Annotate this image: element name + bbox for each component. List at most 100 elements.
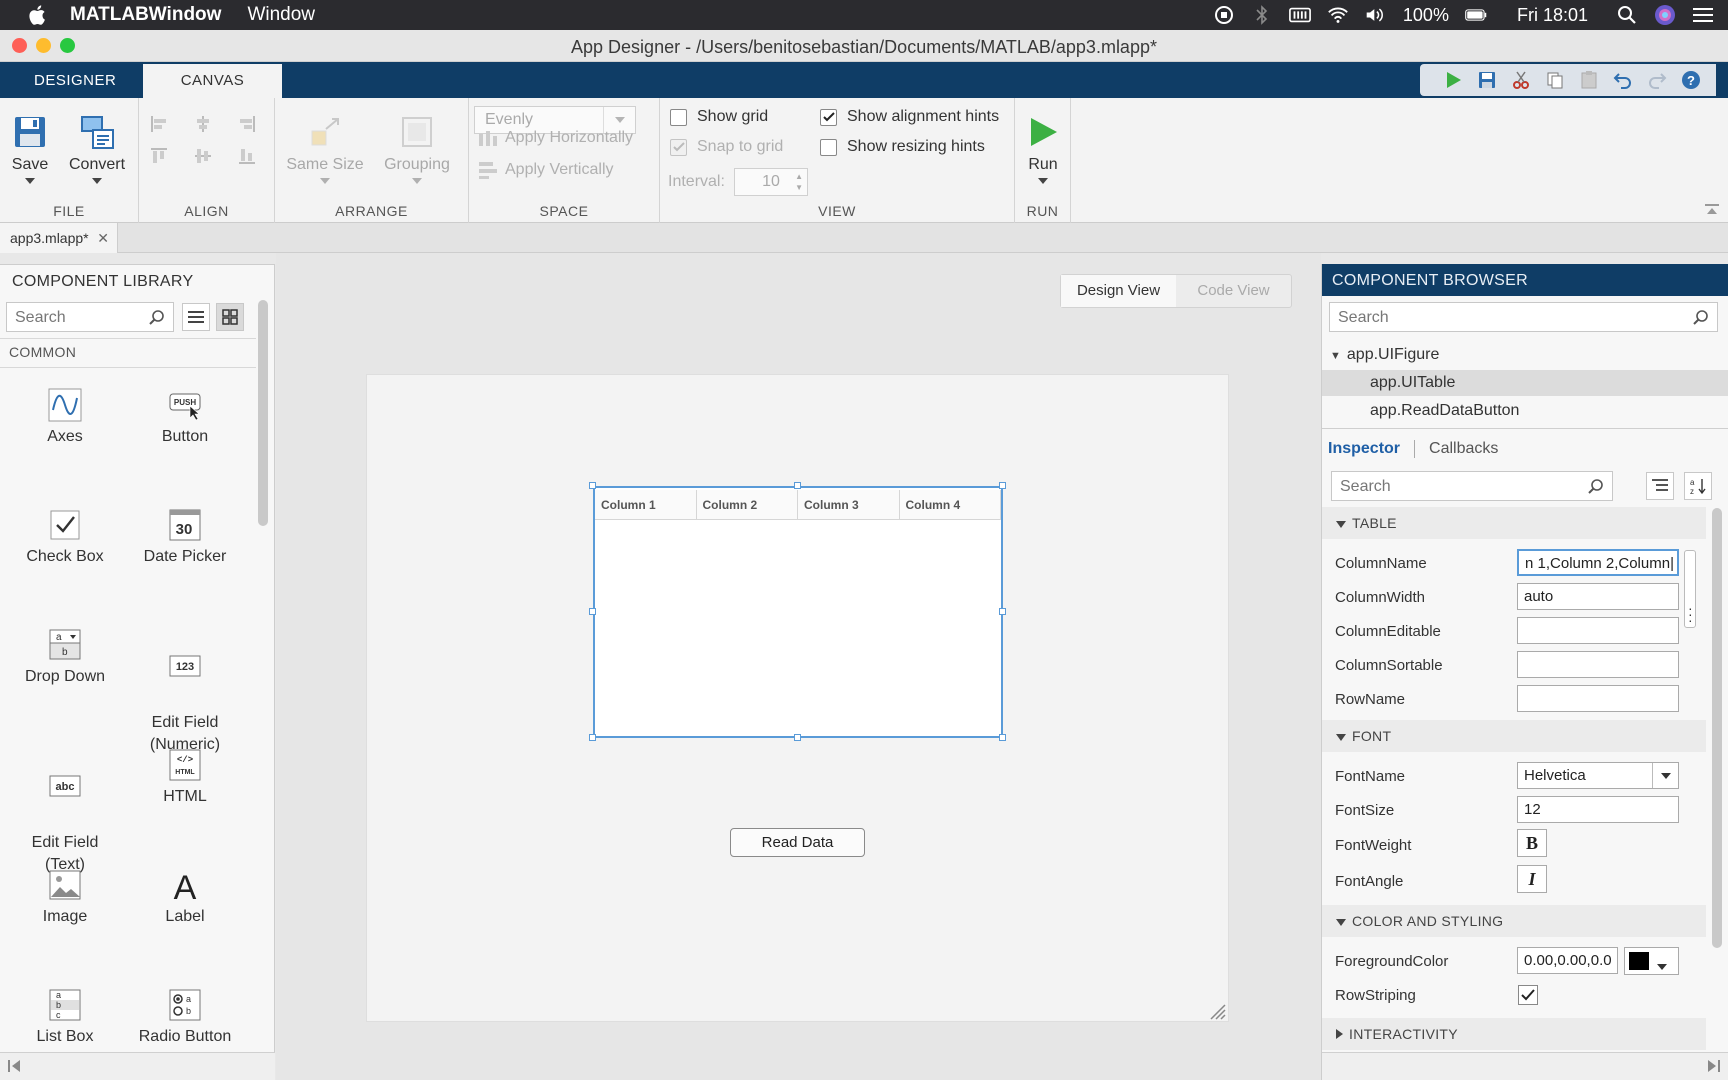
section-color-styling-header[interactable]: COLOR AND STYLING bbox=[1322, 905, 1706, 937]
ui-table[interactable]: Column 1 Column 2 Column 3 Column 4 bbox=[593, 486, 1003, 738]
foreground-color-picker[interactable] bbox=[1624, 947, 1679, 975]
column-name-input[interactable]: n 1,Column 2,Column| bbox=[1517, 549, 1679, 576]
component-image[interactable]: Image bbox=[5, 868, 125, 926]
tab-callbacks[interactable]: Callbacks bbox=[1429, 440, 1498, 458]
component-date-picker[interactable]: 30 Date Picker bbox=[125, 508, 245, 566]
collapse-right-panel-icon[interactable] bbox=[1706, 1059, 1720, 1078]
collapse-left-panel-icon[interactable] bbox=[8, 1059, 22, 1078]
apply-horizontally-button[interactable]: Apply Horizontally bbox=[477, 128, 633, 148]
window-title-bar[interactable]: App Designer - /Users/benitosebastian/Do… bbox=[0, 30, 1728, 62]
collapse-ribbon-icon[interactable] bbox=[1700, 198, 1724, 222]
tab-inspector[interactable]: Inspector bbox=[1328, 440, 1400, 458]
component-drop-down[interactable]: ab Drop Down bbox=[5, 628, 125, 686]
row-name-input[interactable] bbox=[1517, 685, 1679, 712]
tab-canvas[interactable]: CANVAS bbox=[143, 64, 282, 98]
column-sortable-input[interactable] bbox=[1517, 651, 1679, 678]
resize-handle-top[interactable] bbox=[794, 482, 801, 489]
component-edit-field-text[interactable]: abc Edit Field (Text) bbox=[5, 748, 125, 876]
control-center-icon[interactable] bbox=[1692, 4, 1714, 26]
apply-vertically-button[interactable]: Apply Vertically bbox=[477, 160, 614, 180]
tree-item-uifigure[interactable]: ▼ app.UIFigure bbox=[1330, 346, 1439, 364]
convert-button[interactable]: Convert bbox=[62, 112, 132, 184]
table-column-header[interactable]: Column 2 bbox=[697, 490, 798, 519]
row-striping-checkbox[interactable] bbox=[1518, 985, 1538, 1005]
tree-item-uitable[interactable]: app.UITable bbox=[1370, 374, 1455, 392]
align-right-icon[interactable] bbox=[235, 112, 259, 136]
grid-view-button[interactable] bbox=[216, 303, 244, 331]
component-html[interactable]: </> HTML HTML bbox=[125, 748, 245, 806]
table-column-header[interactable]: Column 3 bbox=[798, 490, 900, 519]
quick-run-icon[interactable] bbox=[1442, 69, 1464, 91]
column-editable-input[interactable] bbox=[1517, 617, 1679, 644]
interval-spinner[interactable]: 10 ▲ ▼ bbox=[734, 168, 808, 196]
quick-copy-icon[interactable] bbox=[1544, 69, 1566, 91]
battery-icon[interactable] bbox=[1465, 4, 1487, 26]
component-button[interactable]: PUSH Button bbox=[125, 388, 245, 446]
font-name-dropdown[interactable]: Helvetica bbox=[1517, 762, 1679, 789]
quick-save-icon[interactable] bbox=[1476, 69, 1498, 91]
component-axes[interactable]: Axes bbox=[5, 388, 125, 446]
quick-paste-icon[interactable] bbox=[1578, 69, 1600, 91]
quick-undo-icon[interactable] bbox=[1612, 69, 1634, 91]
align-left-icon[interactable] bbox=[147, 112, 171, 136]
sort-alpha-button[interactable]: az bbox=[1684, 472, 1712, 500]
same-size-button[interactable]: Same Size bbox=[283, 112, 367, 184]
resize-handle-top-right[interactable] bbox=[999, 482, 1006, 489]
align-bottom-icon[interactable] bbox=[235, 144, 259, 168]
resize-handle-bottom-left[interactable] bbox=[589, 734, 596, 741]
align-top-icon[interactable] bbox=[147, 144, 171, 168]
snap-to-grid-checkbox[interactable]: Snap to grid bbox=[670, 138, 783, 156]
section-font-header[interactable]: FONT bbox=[1322, 720, 1706, 752]
siri-icon[interactable] bbox=[1654, 4, 1676, 26]
component-list-box[interactable]: abc List Box bbox=[5, 988, 125, 1046]
read-data-button[interactable]: Read Data bbox=[730, 828, 865, 857]
close-tab-icon[interactable]: ✕ bbox=[97, 230, 109, 247]
code-view-button[interactable]: Code View bbox=[1176, 275, 1291, 307]
design-view-button[interactable]: Design View bbox=[1061, 275, 1176, 307]
show-alignment-hints-checkbox[interactable]: Show alignment hints bbox=[820, 108, 999, 126]
inspector-search-input[interactable]: Search bbox=[1331, 471, 1613, 501]
save-dropdown-caret[interactable] bbox=[25, 178, 35, 184]
font-size-input[interactable]: 12 bbox=[1517, 796, 1679, 823]
resize-handle-top-left[interactable] bbox=[589, 482, 596, 489]
run-button[interactable]: Run bbox=[1019, 112, 1067, 184]
group-view-button[interactable] bbox=[1646, 472, 1674, 500]
quick-redo-icon[interactable] bbox=[1646, 69, 1668, 91]
component-edit-field-numeric[interactable]: 123 Edit Field (Numeric) bbox=[125, 628, 245, 756]
align-middle-icon[interactable] bbox=[191, 144, 215, 168]
volume-icon[interactable] bbox=[1365, 4, 1387, 26]
figure-resize-grip-icon[interactable] bbox=[1206, 1000, 1226, 1020]
screen-record-icon[interactable] bbox=[1213, 4, 1235, 26]
tab-designer[interactable]: DESIGNER bbox=[10, 64, 140, 98]
spotlight-search-icon[interactable] bbox=[1616, 4, 1638, 26]
table-column-header[interactable]: Column 1 bbox=[595, 490, 697, 519]
column-width-input[interactable]: auto bbox=[1517, 583, 1679, 610]
document-tab-app3[interactable]: app3.mlapp* ✕ bbox=[0, 223, 118, 253]
menubar-window-menu[interactable]: Window bbox=[247, 4, 315, 26]
resize-handle-left[interactable] bbox=[589, 608, 596, 615]
menubar-clock[interactable]: Fri 18:01 bbox=[1517, 5, 1588, 26]
component-radio-button[interactable]: ab Radio Button bbox=[125, 988, 245, 1046]
tree-expand-icon[interactable]: ▼ bbox=[1330, 350, 1341, 362]
component-library-search-input[interactable]: Search bbox=[6, 302, 174, 332]
resize-handle-bottom-right[interactable] bbox=[999, 734, 1006, 741]
component-browser-search-input[interactable]: Search bbox=[1329, 302, 1718, 332]
section-interactivity-header[interactable]: INTERACTIVITY bbox=[1322, 1018, 1706, 1050]
inspector-scrollbar[interactable] bbox=[1712, 508, 1722, 948]
wifi-icon[interactable] bbox=[1327, 4, 1349, 26]
menubar-app-name[interactable]: MATLABWindow bbox=[70, 4, 221, 26]
resize-handle-right[interactable] bbox=[999, 608, 1006, 615]
save-button[interactable]: Save bbox=[4, 112, 56, 184]
quick-cut-icon[interactable] bbox=[1510, 69, 1532, 91]
component-label[interactable]: A Label bbox=[125, 868, 245, 926]
list-view-button[interactable] bbox=[182, 303, 210, 331]
apple-icon[interactable] bbox=[26, 3, 50, 27]
resize-handle-bottom[interactable] bbox=[794, 734, 801, 741]
bluetooth-icon[interactable] bbox=[1251, 4, 1273, 26]
component-check-box[interactable]: Check Box bbox=[5, 508, 125, 566]
section-table-header[interactable]: TABLE bbox=[1322, 507, 1706, 539]
table-column-header[interactable]: Column 4 bbox=[900, 490, 1001, 519]
component-library-scrollbar[interactable] bbox=[258, 300, 268, 526]
show-grid-checkbox[interactable]: Show grid bbox=[670, 108, 768, 126]
align-center-icon[interactable] bbox=[191, 112, 215, 136]
